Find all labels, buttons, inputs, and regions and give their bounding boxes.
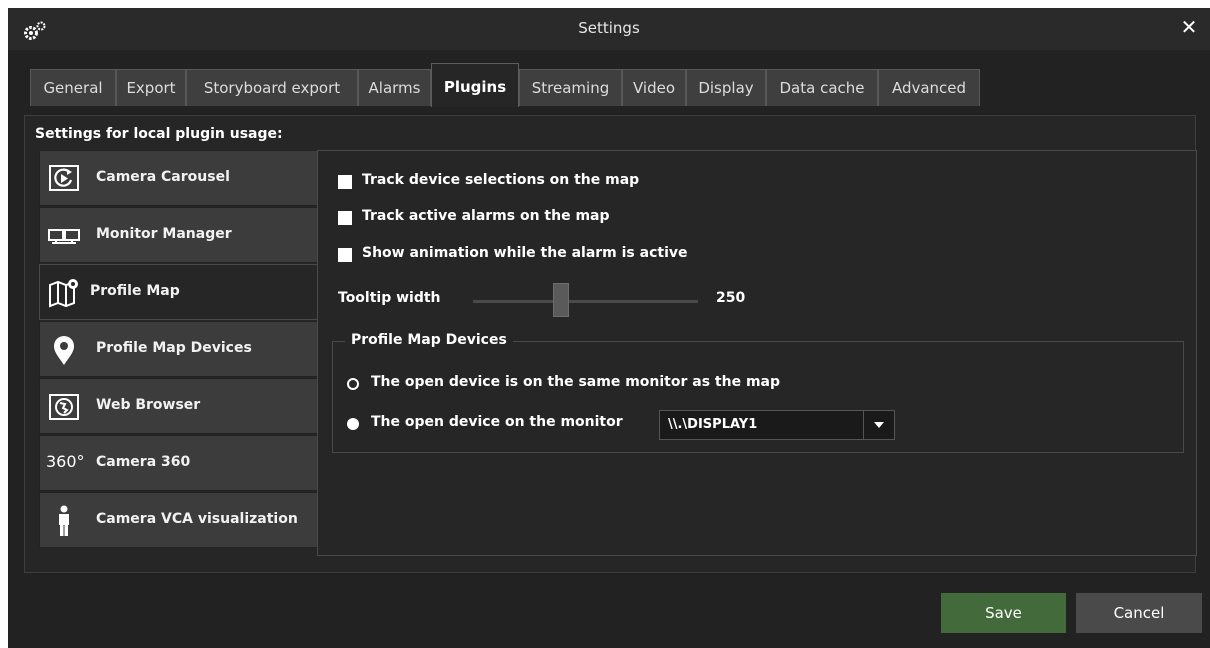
tab-video[interactable]: Video [622,69,686,106]
sidebar-item-web-browser[interactable]: Web Browser [39,378,319,434]
plugins-heading: Settings for local plugin usage: [35,126,283,142]
tooltip-width-value: 250 [716,290,746,306]
monitor-select[interactable]: \\.\DISPLAY1 [659,410,895,440]
show-animation-label: Show animation while the alarm is active [362,245,688,261]
sidebar-item-profile-map[interactable]: Profile Map [39,264,323,320]
radio-button[interactable] [347,418,359,430]
sidebar-label-camera-360: Camera 360 [96,454,191,470]
plugins-panel: Settings for local plugin usage: Camera … [24,115,1197,573]
tab-alarms[interactable]: Alarms [358,69,431,106]
monitors-icon [48,229,80,244]
close-icon[interactable]: ✕ [1178,16,1200,38]
tooltip-width-label: Tooltip width [338,290,441,306]
sidebar-label-profile-map-devices: Profile Map Devices [96,340,252,356]
tab-plugins[interactable]: Plugins [431,63,519,107]
checkbox-box[interactable] [338,211,352,225]
person-icon [59,505,69,536]
camera-carousel-icon [49,165,79,191]
tab-general[interactable]: General [30,69,116,106]
sidebar-label-monitor-manager: Monitor Manager [96,226,232,242]
tab-streaming[interactable]: Streaming [519,69,622,106]
sidebar-label-camera-vca: Camera VCA visualization [96,511,298,527]
title-bar: Settings ✕ [8,8,1210,50]
camera-360-icon: 360° [46,452,85,471]
track-alarms-label: Track active alarms on the map [362,208,610,224]
sidebar-label-camera-carousel: Camera Carousel [96,169,230,185]
map-icon [49,279,78,308]
chevron-down-icon[interactable] [863,411,894,439]
sidebar-label-web-browser: Web Browser [96,397,201,413]
profile-map-settings: Track device selections on the map Track… [317,150,1197,556]
sidebar-item-profile-map-devices[interactable]: Profile Map Devices [39,321,319,377]
tab-export[interactable]: Export [116,69,186,106]
sidebar-item-monitor-manager[interactable]: Monitor Manager [39,207,319,263]
tab-data-cache[interactable]: Data cache [766,69,878,106]
radio-on-monitor-label: The open device on the monitor [371,414,623,430]
sidebar-item-camera-vca[interactable]: Camera VCA visualization [39,492,319,548]
tab-advanced[interactable]: Advanced [878,69,980,106]
monitor-select-value: \\.\DISPLAY1 [668,417,758,432]
window-title: Settings [578,19,640,37]
group-title: Profile Map Devices [345,332,513,348]
tab-storyboard-export[interactable]: Storyboard export [186,69,358,106]
tooltip-width-slider-thumb[interactable] [553,283,569,317]
settings-window: Settings ✕ General Export Storyboard exp… [8,8,1210,648]
track-selections-label: Track device selections on the map [362,172,640,188]
save-button[interactable]: Save [941,593,1066,633]
radio-same-monitor-label: The open device is on the same monitor a… [371,374,781,390]
radio-button[interactable] [347,378,359,390]
profile-map-devices-group: Profile Map Devices The open device is o… [332,332,1184,453]
sidebar-item-camera-360[interactable]: 360° Camera 360 [39,435,319,491]
tab-display[interactable]: Display [686,69,766,106]
map-pin-icon [54,336,74,365]
checkbox-box[interactable] [338,175,352,189]
globe-icon [49,394,79,420]
sidebar-label-profile-map: Profile Map [90,283,180,299]
cancel-button[interactable]: Cancel [1076,593,1202,633]
checkbox-box[interactable] [338,248,352,262]
tooltip-width-slider[interactable] [473,300,698,303]
sidebar-item-camera-carousel[interactable]: Camera Carousel [39,150,319,206]
